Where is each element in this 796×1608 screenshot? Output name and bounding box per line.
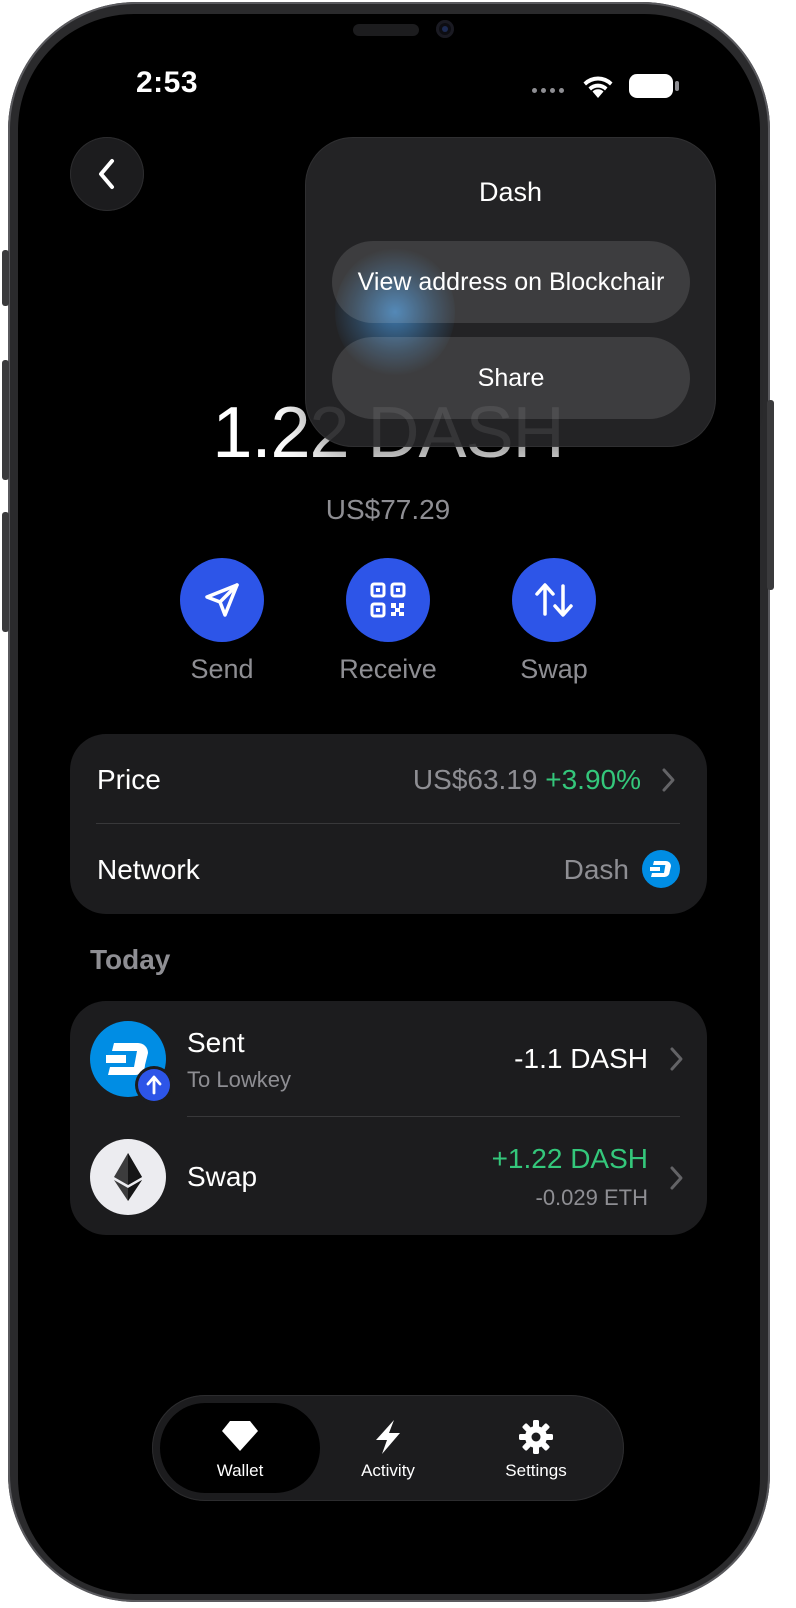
dash-network-icon xyxy=(642,850,680,888)
front-camera xyxy=(436,20,454,38)
swap-label: Swap xyxy=(520,654,588,684)
diamond-icon xyxy=(222,1421,258,1451)
lightning-icon xyxy=(376,1420,400,1454)
view-on-blockchair-button[interactable]: View address on Blockchair xyxy=(332,241,690,323)
section-title-today: Today xyxy=(90,944,171,975)
chevron-right-icon xyxy=(662,768,675,792)
network-label: Network xyxy=(97,854,200,885)
chevron-right-icon xyxy=(670,1047,683,1071)
price-value: US$63.19 xyxy=(412,764,538,795)
share-button[interactable]: Share xyxy=(332,337,690,419)
swap-action[interactable]: Swap xyxy=(489,558,619,685)
receive-button[interactable] xyxy=(346,558,430,642)
ethereum-icon xyxy=(90,1139,166,1215)
dynamic-island xyxy=(353,24,419,36)
menu-title: Dash xyxy=(478,177,543,207)
network-value: Dash xyxy=(563,854,629,885)
tab-label: Activity xyxy=(361,1461,415,1480)
send-label: Send xyxy=(190,654,254,684)
tab-settings[interactable]: Settings xyxy=(456,1403,616,1493)
tab-label: Wallet xyxy=(216,1461,264,1480)
context-menu: Dash View address on Blockchair Share xyxy=(305,137,716,447)
send-action[interactable]: Send xyxy=(157,558,287,685)
transaction-row-sent[interactable]: Sent To Lowkey -1.1 DASH xyxy=(70,1001,707,1117)
swap-button[interactable] xyxy=(512,558,596,642)
transaction-title: Swap xyxy=(187,1161,258,1192)
fiat-balance: US$77.29 xyxy=(325,494,451,525)
transaction-row-swap[interactable]: Swap +1.22 DASH -0.029 ETH xyxy=(70,1117,707,1235)
price-row[interactable]: Price US$63.19 +3.90% xyxy=(70,734,707,824)
asset-info-card: Price US$63.19 +3.90% Network Dash xyxy=(70,734,707,914)
sent-direction-badge xyxy=(138,1069,170,1101)
cellular-signal-icon xyxy=(532,88,564,93)
transaction-secondary-amount: -0.029 ETH xyxy=(535,1185,649,1210)
transaction-amount: -1.1 DASH xyxy=(514,1043,648,1074)
gear-icon xyxy=(519,1420,553,1454)
arrow-up-icon xyxy=(146,1075,162,1095)
receive-label: Receive xyxy=(339,654,437,684)
price-label: Price xyxy=(97,764,161,795)
network-row: Network Dash xyxy=(70,824,707,914)
transaction-amount: +1.22 DASH xyxy=(491,1143,648,1174)
swap-arrows-icon xyxy=(535,583,573,617)
price-change: +3.90% xyxy=(545,764,641,795)
send-button[interactable] xyxy=(180,558,264,642)
qr-code-icon xyxy=(370,582,406,618)
tab-bar: Wallet Activity Settings xyxy=(152,1395,624,1501)
action-button xyxy=(2,250,9,306)
transaction-title: Sent xyxy=(187,1027,245,1058)
wifi-icon xyxy=(583,76,613,98)
tab-activity[interactable]: Activity xyxy=(308,1403,468,1493)
volume-down-button xyxy=(2,512,9,632)
send-icon xyxy=(205,583,239,617)
tab-wallet[interactable]: Wallet xyxy=(160,1403,320,1493)
tab-label: Settings xyxy=(505,1461,567,1480)
chevron-right-icon xyxy=(670,1166,683,1190)
back-button[interactable] xyxy=(70,137,144,211)
transactions-card: Sent To Lowkey -1.1 DASH Swap +1.22 DASH… xyxy=(70,1001,707,1235)
status-time: 2:53 xyxy=(136,66,199,99)
battery-icon xyxy=(629,74,679,98)
receive-action[interactable]: Receive xyxy=(323,558,453,685)
chevron-left-icon xyxy=(99,159,114,189)
price-value-group: US$63.19 +3.90% xyxy=(413,764,641,796)
transaction-subtitle: To Lowkey xyxy=(187,1067,291,1092)
